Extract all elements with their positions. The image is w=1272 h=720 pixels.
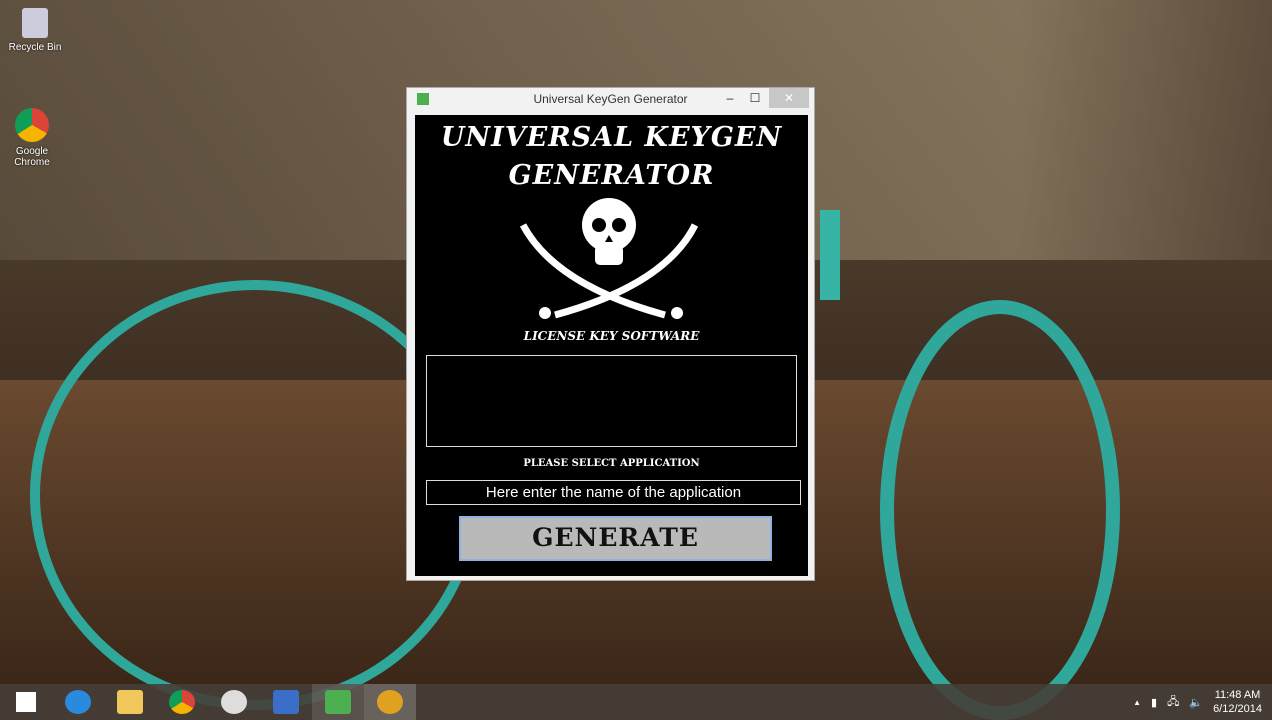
chrome-icon xyxy=(15,108,49,142)
taskbar-file-explorer[interactable] xyxy=(104,684,156,720)
bike-front-wheel xyxy=(880,300,1120,720)
close-button[interactable]: ✕ xyxy=(769,88,809,108)
internet-explorer-icon xyxy=(65,690,91,714)
recycle-bin-icon xyxy=(22,8,48,38)
chrome-icon xyxy=(169,690,195,714)
taskbar-internet-explorer[interactable] xyxy=(52,684,104,720)
subtitle: LICENSE KEY SOFTWARE xyxy=(523,329,700,343)
heading-line-1: UNIVERSAL KEYGEN xyxy=(440,122,783,153)
taskbar: ▲ ▮ 🖧 🔈 11:48 AM 6/12/2014 xyxy=(0,684,1272,720)
skull-crossed-swords-icon xyxy=(519,198,699,319)
remote-desktop-icon xyxy=(273,690,299,714)
clock-time: 11:48 AM xyxy=(1214,689,1261,701)
show-hidden-icons-button[interactable]: ▲ xyxy=(1133,698,1141,707)
taskbar-globe-app[interactable] xyxy=(364,684,416,720)
clock-date: 6/12/2014 xyxy=(1213,703,1262,715)
taskbar-paint[interactable] xyxy=(208,684,260,720)
application-name-input[interactable]: Here enter the name of the application xyxy=(426,480,801,505)
globe-icon xyxy=(377,690,403,714)
bike-frame xyxy=(820,210,840,300)
generate-button[interactable]: GENERATE xyxy=(459,516,772,561)
system-tray: ▲ ▮ 🖧 🔈 11:48 AM 6/12/2014 xyxy=(1133,684,1262,720)
taskbar-keygen[interactable] xyxy=(312,684,364,720)
taskbar-chrome[interactable] xyxy=(156,684,208,720)
window-content: UNIVERSAL KEYGEN GENERATOR LICENSE KEY SO… xyxy=(415,115,808,576)
folder-icon xyxy=(117,690,143,714)
title-bar[interactable]: Universal KeyGen Generator – ☐ ✕ xyxy=(407,88,814,110)
keygen-window: Universal KeyGen Generator – ☐ ✕ UNIVERS… xyxy=(406,87,815,581)
heading-line-2: GENERATOR xyxy=(508,160,715,191)
select-application-label: PLEASE SELECT APPLICATION xyxy=(523,458,700,469)
battery-icon[interactable]: ▮ xyxy=(1151,696,1157,709)
heading: UNIVERSAL KEYGEN GENERATOR xyxy=(415,119,808,195)
desktop-icon-chrome[interactable]: Google Chrome xyxy=(0,108,67,168)
start-button[interactable] xyxy=(0,684,52,720)
clock[interactable]: 11:48 AM 6/12/2014 xyxy=(1213,688,1262,716)
taskbar-remote-desktop[interactable] xyxy=(260,684,312,720)
paint-icon xyxy=(221,690,247,714)
key-output-box[interactable] xyxy=(426,355,797,447)
network-icon[interactable]: 🖧 xyxy=(1167,693,1179,712)
volume-icon[interactable]: 🔈 xyxy=(1189,696,1203,709)
keygen-app-icon xyxy=(325,690,351,714)
windows-icon xyxy=(16,692,36,712)
desktop-icon-recycle-bin[interactable]: Recycle Bin xyxy=(0,8,70,53)
minimize-button[interactable]: – xyxy=(717,88,743,108)
maximize-button[interactable]: ☐ xyxy=(742,88,768,108)
